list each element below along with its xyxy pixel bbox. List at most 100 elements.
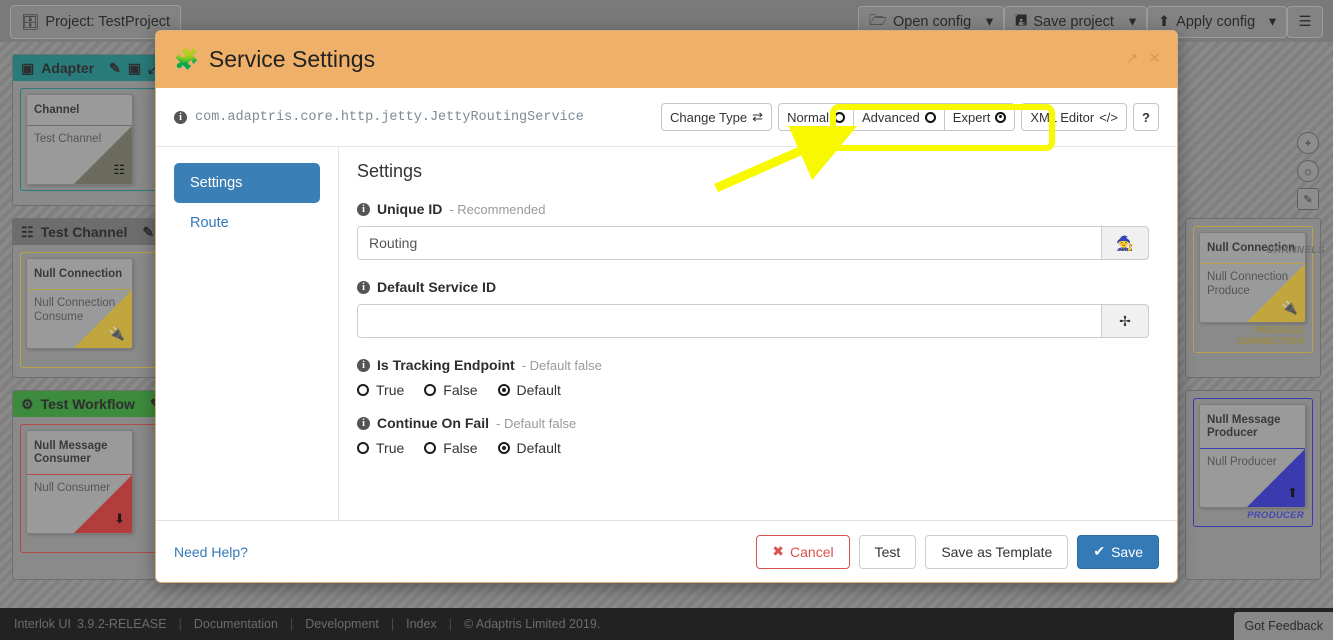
class-name-text: com.adaptris.core.http.jetty.JettyRoutin…: [195, 109, 584, 125]
node-null-message-consumer[interactable]: Null Message Consumer Null Consumer ⬇: [26, 430, 133, 535]
open-config-label: Open config: [892, 14, 972, 30]
modal-controls: Change Type ⇄ Normal Advanced Expert XML…: [661, 103, 1159, 131]
upload-icon: ⬆: [1158, 14, 1171, 30]
node-title: Null Connection: [34, 268, 123, 280]
node-title: Null Message Producer: [1207, 414, 1281, 440]
radio-icon: [357, 384, 369, 396]
adapter-icon: ▣: [21, 59, 35, 76]
change-type-button[interactable]: Change Type ⇄: [661, 103, 773, 131]
apply-config-dropdown-toggle[interactable]: ▾: [1259, 6, 1287, 38]
radio-normal-icon: [833, 111, 845, 123]
field-label-default-service-id: i Default Service ID: [357, 279, 1149, 295]
footer-link-documentation[interactable]: Documentation: [194, 617, 278, 631]
modal-sidebar: Settings Route: [156, 147, 338, 520]
mode-selector-group: Normal Advanced Expert: [778, 103, 1016, 131]
close-icon[interactable]: ✕: [1148, 49, 1161, 67]
modal-subbar: i com.adaptris.core.http.jetty.JettyRout…: [156, 88, 1177, 146]
info-icon: i: [357, 358, 370, 372]
section-title: Settings: [357, 161, 423, 181]
cancel-button[interactable]: ✖ Cancel: [756, 534, 850, 569]
radio-tracking-default[interactable]: Default: [497, 382, 561, 398]
tab-settings-label: Settings: [190, 175, 243, 191]
radio-continue-default[interactable]: Default: [497, 440, 561, 456]
radio-icon-selected: [497, 384, 510, 396]
chevron-down-icon: ▾: [1128, 14, 1137, 30]
archive-icon: 🗄: [21, 14, 40, 31]
change-type-group: Change Type ⇄: [661, 103, 773, 131]
save-label: Save: [1111, 543, 1143, 560]
xml-editor-button[interactable]: XML Editor </>: [1021, 103, 1127, 131]
radio-continue-false[interactable]: False: [424, 440, 478, 456]
radio-icon: [357, 442, 369, 454]
unique-id-label: Unique ID: [377, 201, 443, 217]
node-null-connection-consume[interactable]: Null Connection Null Connection Consume …: [26, 258, 133, 350]
save-project-label: Save project: [1033, 14, 1114, 30]
edit-icon[interactable]: ✎: [1297, 188, 1319, 210]
default-service-id-input[interactable]: [357, 304, 1101, 338]
need-help-link[interactable]: Need Help?: [174, 544, 248, 560]
expand-icon[interactable]: ↗: [1126, 49, 1139, 67]
panel-test-channel-title: Test Channel: [40, 224, 128, 240]
plug-icon: 🔌: [108, 326, 125, 342]
field-row-unique-id: 🧙: [357, 226, 1149, 260]
apply-config-label: Apply config: [1176, 14, 1256, 30]
test-button[interactable]: Test: [858, 534, 917, 569]
change-type-label: Change Type: [670, 109, 748, 125]
radio-expert-icon-selected: [995, 111, 1007, 123]
footer-link-development[interactable]: Development: [305, 617, 379, 631]
image-icon[interactable]: ▣: [128, 60, 141, 77]
feedback-button[interactable]: Got Feedback: [1234, 612, 1333, 640]
radio-tracking-false[interactable]: False: [424, 382, 478, 398]
code-icon: </>: [1099, 109, 1118, 125]
tab-settings[interactable]: Settings: [174, 163, 320, 203]
tab-route[interactable]: Route: [174, 203, 320, 243]
download-icon: ⬇: [114, 511, 125, 527]
mode-option-advanced[interactable]: Advanced: [853, 103, 945, 131]
exchange-icon: ⇄: [752, 109, 764, 124]
footer-link-index[interactable]: Index: [406, 617, 437, 631]
info-icon: i: [174, 110, 187, 124]
node-tag: PRODUCER: [1247, 510, 1304, 522]
main-menu-button[interactable]: ☰: [1287, 6, 1323, 38]
field-row-default-service-id: ✢: [357, 304, 1149, 338]
add-icon[interactable]: +: [1297, 132, 1319, 154]
magic-wand-icon[interactable]: 🧙: [1101, 226, 1149, 260]
unique-id-input[interactable]: [357, 226, 1101, 260]
modal-header-tools: ↗ ✕: [1126, 49, 1161, 67]
radio-group-is-tracking-endpoint: True False Default: [357, 382, 1149, 398]
mode-option-normal[interactable]: Normal: [778, 103, 854, 131]
channels-label: CHANNELS: [1266, 245, 1325, 256]
plug-icon: 🔌: [1281, 300, 1298, 316]
edit-icon[interactable]: ✎: [109, 60, 121, 77]
radio-group-continue-on-fail: True False Default: [357, 440, 1149, 456]
mode-expert-label: Expert: [952, 109, 991, 125]
field-label-is-tracking-endpoint: i Is Tracking Endpoint - Default false: [357, 357, 1149, 373]
panel-test-workflow-right[interactable]: Null Message Producer Null Producer ⬆ PR…: [1185, 390, 1321, 580]
mode-option-expert[interactable]: Expert: [944, 103, 1016, 131]
save-as-template-button[interactable]: Save as Template: [925, 534, 1069, 569]
app-footer: Interlok UI 3.9.2-RELEASE | Documentatio…: [0, 608, 1333, 640]
arrows-alt-icon[interactable]: ✢: [1101, 304, 1149, 338]
panel-test-channel-right[interactable]: Null Connection Null Connection Produce …: [1185, 218, 1321, 378]
radio-icon-selected: [497, 442, 510, 454]
mode-normal-label: Normal: [787, 109, 829, 125]
panel-test-workflow-title: Test Workflow: [40, 396, 135, 412]
node-title: Channel: [34, 104, 80, 116]
node-channel[interactable]: Channel Test Channel ☷: [26, 94, 133, 186]
modal-body: Settings Route Settings i Unique ID - Re…: [156, 146, 1177, 520]
radio-continue-true[interactable]: True: [357, 440, 404, 456]
radio-advanced-icon: [924, 111, 936, 123]
radio-tracking-true[interactable]: True: [357, 382, 404, 398]
cancel-label: Cancel: [790, 543, 834, 560]
help-button[interactable]: ?: [1133, 103, 1159, 131]
edit-icon[interactable]: ✎: [142, 224, 154, 241]
radio-label: False: [443, 382, 478, 398]
xml-editor-group: XML Editor </>: [1021, 103, 1127, 131]
modal-footer: Need Help? ✖ Cancel Test Save as Templat…: [156, 520, 1177, 582]
continue-on-fail-hint: - Default false: [496, 415, 577, 431]
save-button[interactable]: ✔ Save: [1077, 534, 1159, 569]
sitemap-icon: ☷: [21, 223, 34, 240]
check-icon: ✔: [1093, 543, 1106, 559]
lightbulb-icon[interactable]: ☼: [1297, 160, 1319, 182]
node-null-message-producer[interactable]: Null Message Producer Null Producer ⬆: [1199, 404, 1306, 509]
